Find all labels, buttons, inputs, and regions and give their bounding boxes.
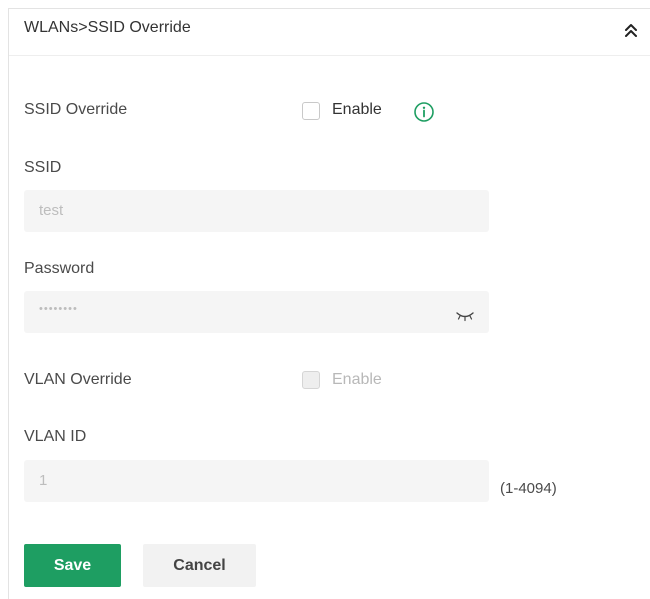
ssid-override-enable-label[interactable]: Enable bbox=[332, 101, 382, 119]
vlan-override-label: VLAN Override bbox=[24, 371, 132, 388]
password-label: Password bbox=[24, 260, 95, 277]
password-input[interactable]: •••••••• bbox=[24, 291, 489, 333]
vlan-id-range-hint: (1-4094) bbox=[500, 480, 557, 497]
panel-header: WLANs>SSID Override bbox=[9, 9, 650, 56]
ssid-value: test bbox=[39, 202, 64, 219]
double-chevron-up-icon[interactable] bbox=[622, 21, 640, 41]
password-value: •••••••• bbox=[39, 303, 78, 315]
ssid-override-panel: WLANs>SSID Override SSID Override Enable… bbox=[8, 8, 650, 599]
panel-title: WLANs>SSID Override bbox=[24, 19, 191, 36]
vlan-override-checkbox bbox=[302, 371, 320, 389]
ssid-override-label: SSID Override bbox=[24, 101, 128, 118]
cancel-button[interactable]: Cancel bbox=[143, 544, 256, 587]
ssid-override-checkbox[interactable] bbox=[302, 102, 320, 120]
vlan-id-label: VLAN ID bbox=[24, 428, 87, 445]
eye-closed-icon[interactable] bbox=[455, 309, 475, 322]
vlan-id-input[interactable]: 1 bbox=[24, 460, 489, 502]
ssid-label: SSID bbox=[24, 159, 62, 176]
info-circle-icon[interactable] bbox=[413, 101, 435, 123]
vlan-override-enable-label: Enable bbox=[332, 371, 382, 388]
vlan-id-value: 1 bbox=[39, 472, 48, 489]
save-button[interactable]: Save bbox=[24, 544, 121, 587]
ssid-input[interactable]: test bbox=[24, 190, 489, 232]
